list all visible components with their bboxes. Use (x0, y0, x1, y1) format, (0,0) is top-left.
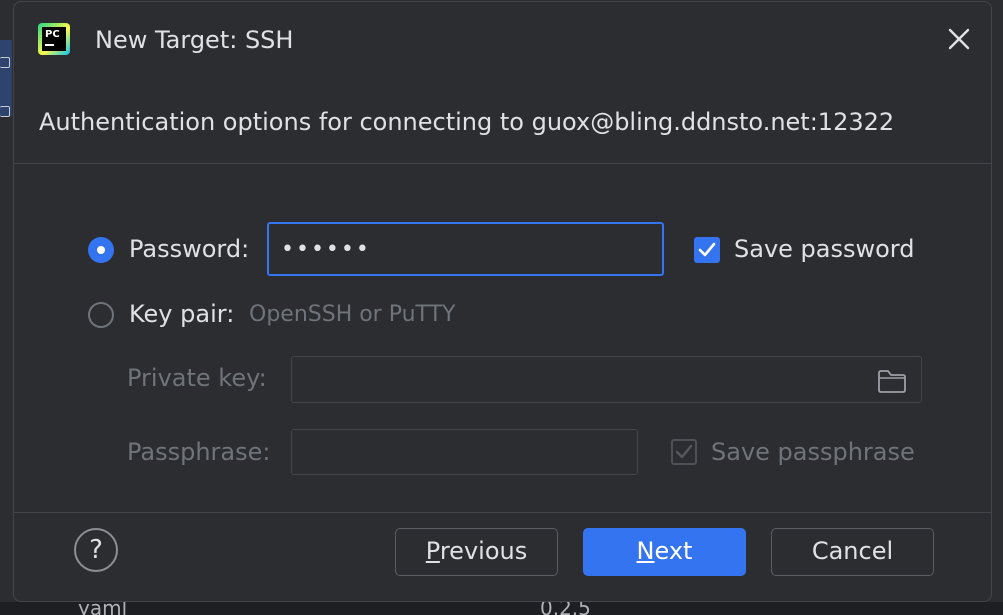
private-key-input[interactable] (292, 357, 921, 402)
help-button[interactable]: ? (74, 528, 118, 572)
private-key-label: Private key: (127, 364, 267, 392)
passphrase-input[interactable] (292, 430, 637, 474)
save-password-label: Save password (734, 235, 915, 263)
previous-button[interactable]: Previous (395, 528, 558, 576)
close-icon[interactable] (944, 24, 974, 54)
password-label: Password: (129, 235, 250, 263)
ide-package-name: yaml (78, 602, 128, 615)
key-pair-radio[interactable] (88, 302, 114, 328)
next-mnemonic: N (636, 537, 655, 565)
ide-file-icon (0, 57, 10, 68)
checkmark-icon (675, 444, 693, 459)
next-label: ext (654, 537, 693, 565)
ide-package-version: 0.2.5 (540, 602, 591, 615)
footer-divider (14, 512, 991, 513)
save-password-checkbox[interactable] (694, 237, 720, 263)
header-divider (14, 163, 991, 164)
password-radio[interactable] (88, 237, 114, 263)
folder-icon[interactable] (877, 368, 907, 394)
password-field[interactable] (267, 222, 664, 276)
passphrase-label: Passphrase: (127, 438, 271, 466)
previous-mnemonic: P (425, 537, 440, 565)
save-passphrase-checkbox[interactable] (671, 439, 697, 465)
password-input[interactable] (269, 224, 662, 274)
ide-sidebar-strip (0, 0, 12, 615)
ide-selected-row (0, 40, 12, 116)
private-key-field[interactable] (291, 356, 922, 403)
save-passphrase-label: Save passphrase (711, 438, 915, 466)
ide-file-icon (0, 106, 10, 117)
checkmark-icon (698, 242, 716, 257)
new-target-ssh-dialog: PC New Target: SSH Authentication option… (13, 1, 992, 602)
cancel-button[interactable]: Cancel (771, 528, 934, 576)
next-button[interactable]: Next (583, 528, 746, 576)
dialog-title: New Target: SSH (95, 26, 294, 54)
key-pair-hint: OpenSSH or PuTTY (249, 302, 456, 327)
auth-description: Authentication options for connecting to… (39, 108, 895, 136)
pycharm-logo-icon: PC (38, 23, 70, 55)
ide-package-row: yaml 0.2.5 (0, 602, 1003, 615)
key-pair-label: Key pair: (129, 300, 235, 328)
passphrase-field[interactable] (291, 429, 638, 475)
previous-label: revious (439, 537, 528, 565)
